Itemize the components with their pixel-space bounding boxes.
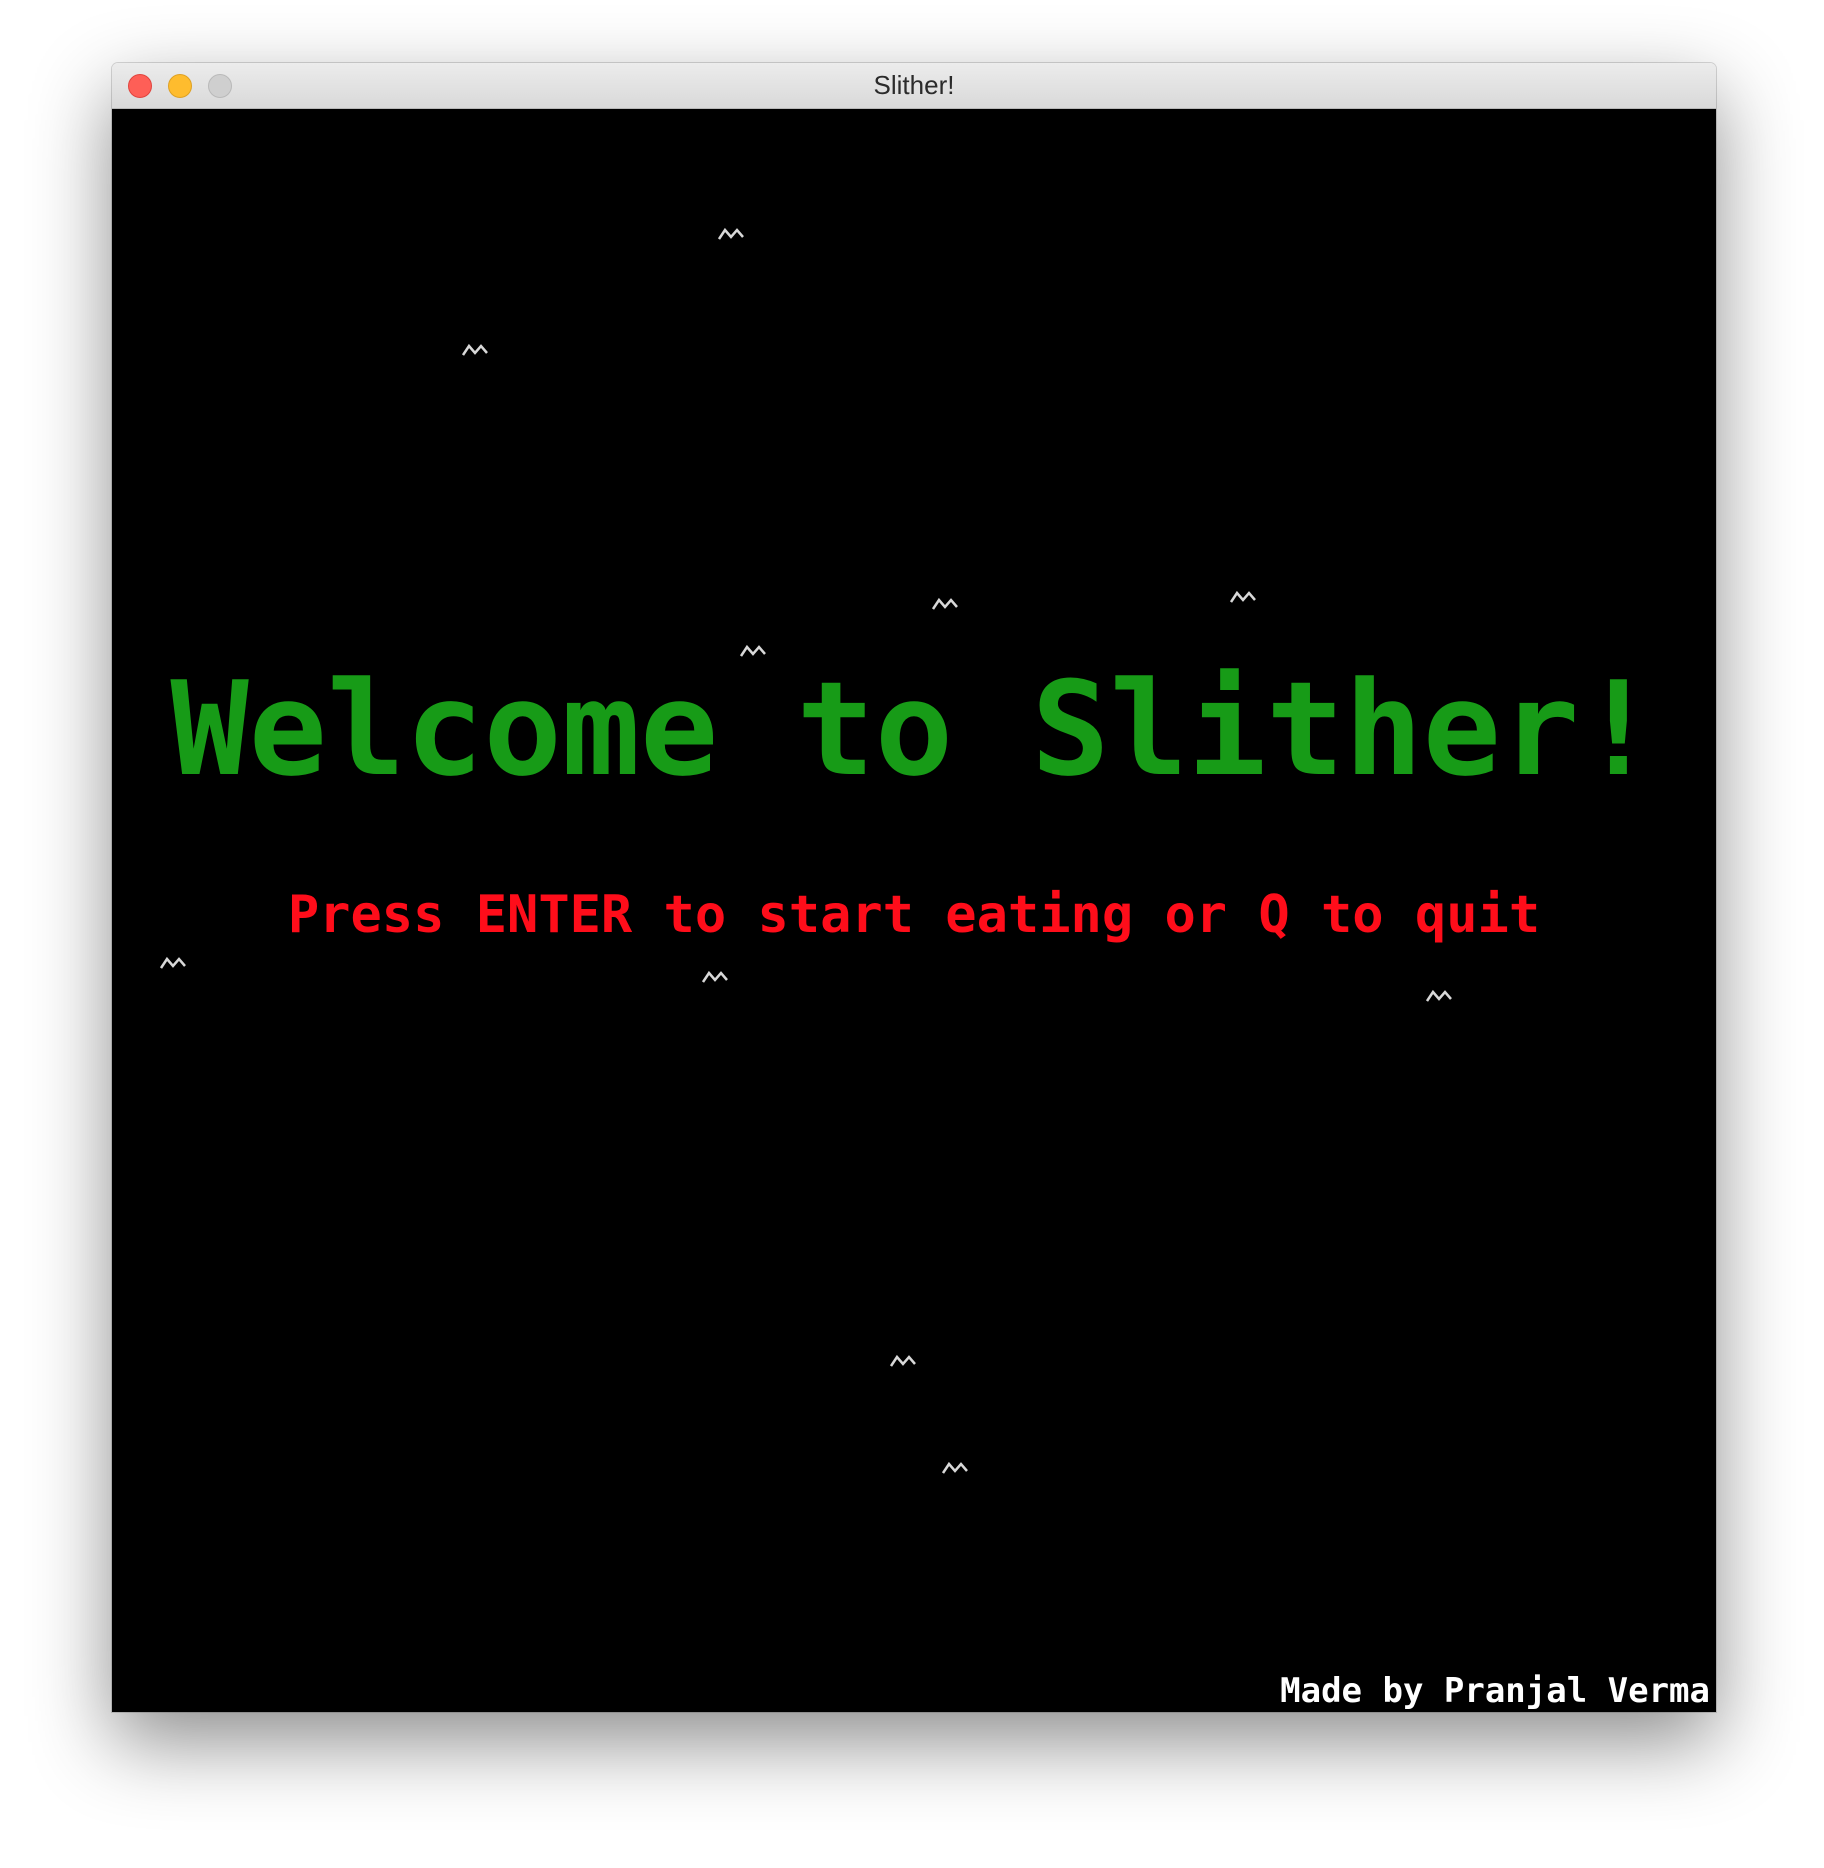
title-bar[interactable]: Slither! bbox=[112, 63, 1716, 109]
squiggle-icon bbox=[160, 956, 186, 970]
squiggle-icon bbox=[462, 343, 488, 357]
squiggle-icon bbox=[932, 597, 958, 611]
squiggle-icon bbox=[702, 970, 728, 984]
squiggle-icon bbox=[942, 1461, 968, 1475]
start-prompt: Press ENTER to start eating or Q to quit bbox=[287, 885, 1541, 945]
squiggle-icon bbox=[1426, 989, 1452, 1003]
game-canvas[interactable]: Welcome to Slither! Press ENTER to start… bbox=[112, 109, 1716, 1712]
game-window: Slither! Welcome to Slither! Press ENTER… bbox=[112, 63, 1716, 1712]
welcome-headline: Welcome to Slither! bbox=[170, 653, 1658, 805]
squiggle-icon bbox=[718, 227, 744, 241]
squiggle-icon bbox=[1230, 590, 1256, 604]
squiggle-icon bbox=[890, 1354, 916, 1368]
author-credit: Made by Pranjal Verma bbox=[1280, 1671, 1710, 1711]
window-title: Slither! bbox=[873, 70, 955, 100]
